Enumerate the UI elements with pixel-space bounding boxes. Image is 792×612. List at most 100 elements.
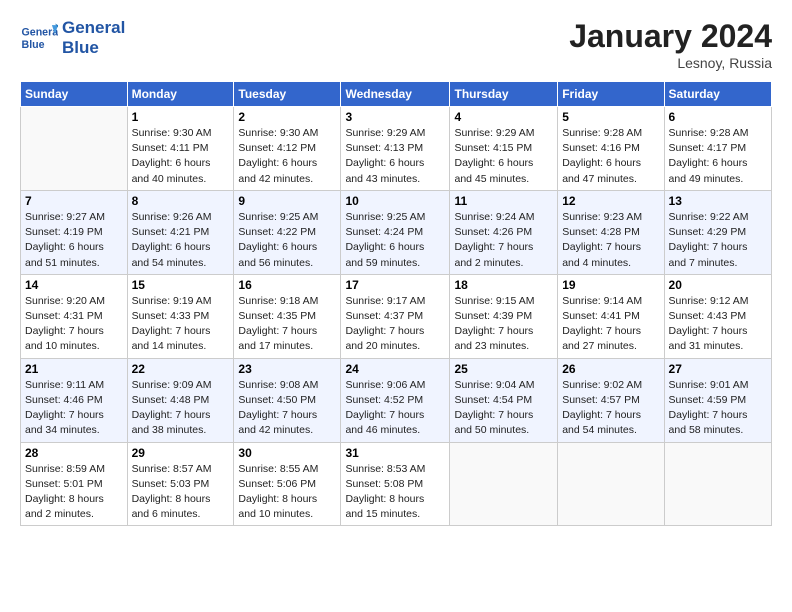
day-number: 29 bbox=[132, 446, 230, 460]
table-row: 22Sunrise: 9:09 AMSunset: 4:48 PMDayligh… bbox=[127, 358, 234, 442]
location: Lesnoy, Russia bbox=[569, 55, 772, 71]
day-info: Sunrise: 9:30 AMSunset: 4:12 PMDaylight:… bbox=[238, 126, 336, 187]
table-row: 7Sunrise: 9:27 AMSunset: 4:19 PMDaylight… bbox=[21, 190, 128, 274]
day-number: 26 bbox=[562, 362, 659, 376]
day-number: 16 bbox=[238, 278, 336, 292]
table-row bbox=[21, 107, 128, 191]
day-info: Sunrise: 9:25 AMSunset: 4:22 PMDaylight:… bbox=[238, 210, 336, 271]
calendar-week-row: 14 Sunrise: 9:20 AMSunset: 4:31 PMDayligh… bbox=[21, 274, 772, 358]
table-row: 21 Sunrise: 9:11 AMSunset: 4:46 PMDayligh… bbox=[21, 358, 128, 442]
table-row: 12 Sunrise: 9:23 AMSunset: 4:28 PMDayligh… bbox=[558, 190, 664, 274]
table-row: 19 Sunrise: 9:14 AMSunset: 4:41 PMDayligh… bbox=[558, 274, 664, 358]
day-info: Sunrise: 9:22 AMSunset: 4:29 PMDaylight:… bbox=[669, 210, 767, 271]
table-row: 1Sunrise: 9:30 AMSunset: 4:11 PMDaylight… bbox=[127, 107, 234, 191]
day-info: Sunrise: 9:24 AMSunset: 4:26 PMDaylight:… bbox=[454, 210, 553, 271]
table-row: 15 Sunrise: 9:19 AMSunset: 4:33 PMDayligh… bbox=[127, 274, 234, 358]
logo-text: General Blue bbox=[62, 18, 125, 57]
calendar-header-row: Sunday Monday Tuesday Wednesday Thursday… bbox=[21, 82, 772, 107]
col-sunday: Sunday bbox=[21, 82, 128, 107]
day-info: Sunrise: 9:17 AMSunset: 4:37 PMDaylight:… bbox=[345, 294, 445, 355]
day-number: 27 bbox=[669, 362, 767, 376]
day-info: Sunrise: 9:20 AMSunset: 4:31 PMDaylight:… bbox=[25, 294, 123, 355]
day-number: 2 bbox=[238, 110, 336, 124]
day-info: Sunrise: 9:12 AMSunset: 4:43 PMDaylight:… bbox=[669, 294, 767, 355]
title-block: January 2024 Lesnoy, Russia bbox=[569, 18, 772, 71]
day-info: Sunrise: 9:14 AMSunset: 4:41 PMDaylight:… bbox=[562, 294, 659, 355]
calendar-week-row: 28Sunrise: 8:59 AMSunset: 5:01 PMDayligh… bbox=[21, 442, 772, 526]
table-row: 17 Sunrise: 9:17 AMSunset: 4:37 PMDayligh… bbox=[341, 274, 450, 358]
table-row: 9Sunrise: 9:25 AMSunset: 4:22 PMDaylight… bbox=[234, 190, 341, 274]
table-row: 3Sunrise: 9:29 AMSunset: 4:13 PMDaylight… bbox=[341, 107, 450, 191]
day-number: 15 bbox=[132, 278, 230, 292]
day-number: 3 bbox=[345, 110, 445, 124]
table-row: 31Sunrise: 8:53 AMSunset: 5:08 PMDayligh… bbox=[341, 442, 450, 526]
table-row: 11 Sunrise: 9:24 AMSunset: 4:26 PMDayligh… bbox=[450, 190, 558, 274]
table-row bbox=[558, 442, 664, 526]
day-number: 11 bbox=[454, 194, 553, 208]
day-number: 25 bbox=[454, 362, 553, 376]
day-info: Sunrise: 9:27 AMSunset: 4:19 PMDaylight:… bbox=[25, 210, 123, 271]
day-number: 28 bbox=[25, 446, 123, 460]
day-number: 5 bbox=[562, 110, 659, 124]
day-number: 10 bbox=[345, 194, 445, 208]
day-info: Sunrise: 9:25 AMSunset: 4:24 PMDaylight:… bbox=[345, 210, 445, 271]
col-friday: Friday bbox=[558, 82, 664, 107]
table-row bbox=[450, 442, 558, 526]
table-row: 26 Sunrise: 9:02 AMSunset: 4:57 PMDayligh… bbox=[558, 358, 664, 442]
table-row: 24 Sunrise: 9:06 AMSunset: 4:52 PMDayligh… bbox=[341, 358, 450, 442]
day-info: Sunrise: 8:57 AMSunset: 5:03 PMDaylight:… bbox=[132, 462, 230, 523]
day-number: 18 bbox=[454, 278, 553, 292]
table-row: 10 Sunrise: 9:25 AMSunset: 4:24 PMDayligh… bbox=[341, 190, 450, 274]
day-info: Sunrise: 9:23 AMSunset: 4:28 PMDaylight:… bbox=[562, 210, 659, 271]
svg-text:General: General bbox=[22, 26, 58, 38]
table-row: 16 Sunrise: 9:18 AMSunset: 4:35 PMDayligh… bbox=[234, 274, 341, 358]
day-info: Sunrise: 9:28 AMSunset: 4:17 PMDaylight:… bbox=[669, 126, 767, 187]
day-info: Sunrise: 9:19 AMSunset: 4:33 PMDaylight:… bbox=[132, 294, 230, 355]
day-info: Sunrise: 9:06 AMSunset: 4:52 PMDaylight:… bbox=[345, 378, 445, 439]
table-row: 30Sunrise: 8:55 AMSunset: 5:06 PMDayligh… bbox=[234, 442, 341, 526]
day-number: 24 bbox=[345, 362, 445, 376]
calendar: Sunday Monday Tuesday Wednesday Thursday… bbox=[20, 81, 772, 526]
table-row: 8Sunrise: 9:26 AMSunset: 4:21 PMDaylight… bbox=[127, 190, 234, 274]
day-info: Sunrise: 9:11 AMSunset: 4:46 PMDaylight:… bbox=[25, 378, 123, 439]
day-number: 8 bbox=[132, 194, 230, 208]
day-info: Sunrise: 9:02 AMSunset: 4:57 PMDaylight:… bbox=[562, 378, 659, 439]
day-info: Sunrise: 9:28 AMSunset: 4:16 PMDaylight:… bbox=[562, 126, 659, 187]
calendar-week-row: 7Sunrise: 9:27 AMSunset: 4:19 PMDaylight… bbox=[21, 190, 772, 274]
day-number: 23 bbox=[238, 362, 336, 376]
day-number: 17 bbox=[345, 278, 445, 292]
table-row: 27 Sunrise: 9:01 AMSunset: 4:59 PMDayligh… bbox=[664, 358, 771, 442]
svg-text:Blue: Blue bbox=[22, 38, 45, 50]
table-row: 5 Sunrise: 9:28 AMSunset: 4:16 PMDaylight… bbox=[558, 107, 664, 191]
day-number: 6 bbox=[669, 110, 767, 124]
day-number: 21 bbox=[25, 362, 123, 376]
day-info: Sunrise: 9:01 AMSunset: 4:59 PMDaylight:… bbox=[669, 378, 767, 439]
table-row: 23 Sunrise: 9:08 AMSunset: 4:50 PMDayligh… bbox=[234, 358, 341, 442]
table-row: 6 Sunrise: 9:28 AMSunset: 4:17 PMDaylight… bbox=[664, 107, 771, 191]
table-row: 25Sunrise: 9:04 AMSunset: 4:54 PMDayligh… bbox=[450, 358, 558, 442]
day-number: 13 bbox=[669, 194, 767, 208]
table-row: 14 Sunrise: 9:20 AMSunset: 4:31 PMDayligh… bbox=[21, 274, 128, 358]
col-wednesday: Wednesday bbox=[341, 82, 450, 107]
day-info: Sunrise: 9:29 AMSunset: 4:15 PMDaylight:… bbox=[454, 126, 553, 187]
day-number: 14 bbox=[25, 278, 123, 292]
day-info: Sunrise: 9:15 AMSunset: 4:39 PMDaylight:… bbox=[454, 294, 553, 355]
header: General Blue General Blue January 2024 L… bbox=[20, 18, 772, 71]
table-row: 29 Sunrise: 8:57 AMSunset: 5:03 PMDayligh… bbox=[127, 442, 234, 526]
day-info: Sunrise: 9:18 AMSunset: 4:35 PMDaylight:… bbox=[238, 294, 336, 355]
col-tuesday: Tuesday bbox=[234, 82, 341, 107]
day-number: 12 bbox=[562, 194, 659, 208]
page: General Blue General Blue January 2024 L… bbox=[0, 0, 792, 536]
logo-icon: General Blue bbox=[20, 19, 58, 57]
table-row: 2 Sunrise: 9:30 AMSunset: 4:12 PMDaylight… bbox=[234, 107, 341, 191]
day-number: 4 bbox=[454, 110, 553, 124]
day-info: Sunrise: 9:08 AMSunset: 4:50 PMDaylight:… bbox=[238, 378, 336, 439]
day-info: Sunrise: 8:53 AMSunset: 5:08 PMDaylight:… bbox=[345, 462, 445, 523]
day-info: Sunrise: 9:09 AMSunset: 4:48 PMDaylight:… bbox=[132, 378, 230, 439]
table-row: 20Sunrise: 9:12 AMSunset: 4:43 PMDayligh… bbox=[664, 274, 771, 358]
day-number: 19 bbox=[562, 278, 659, 292]
table-row: 4 Sunrise: 9:29 AMSunset: 4:15 PMDaylight… bbox=[450, 107, 558, 191]
table-row: 13 Sunrise: 9:22 AMSunset: 4:29 PMDayligh… bbox=[664, 190, 771, 274]
col-thursday: Thursday bbox=[450, 82, 558, 107]
col-saturday: Saturday bbox=[664, 82, 771, 107]
